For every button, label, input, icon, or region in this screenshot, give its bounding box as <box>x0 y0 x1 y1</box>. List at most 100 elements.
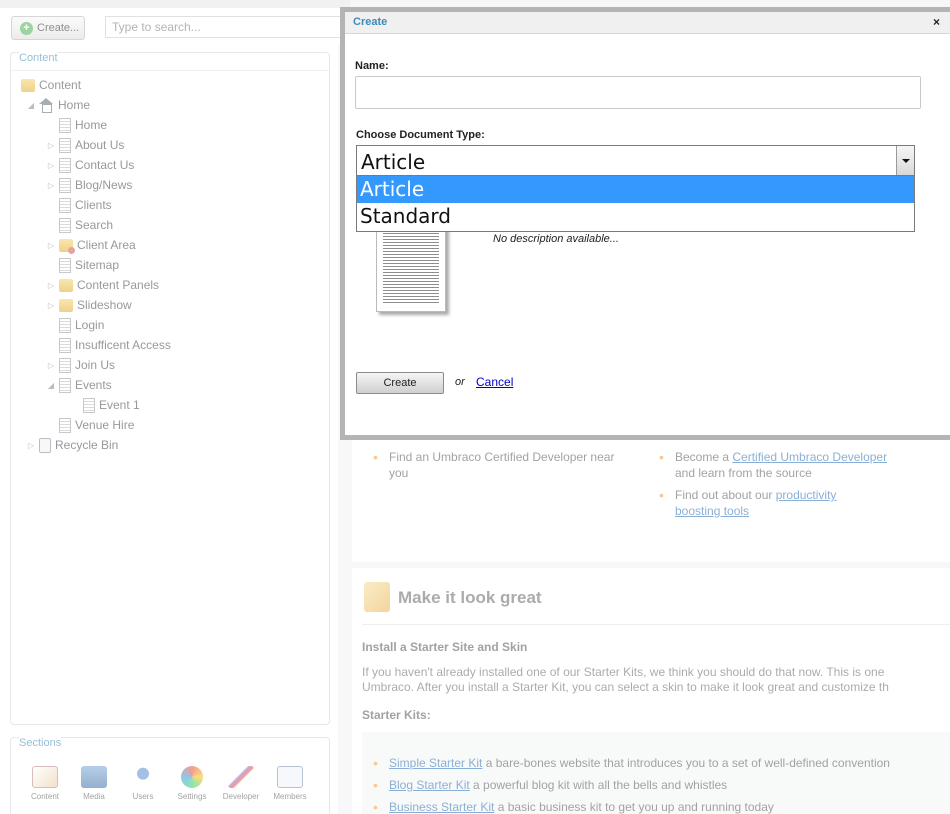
tree-node-label: About Us <box>75 138 125 152</box>
tree-node-insufficent-access[interactable]: Insufficent Access <box>59 336 171 354</box>
section-label: Users <box>132 792 154 801</box>
option-standard[interactable]: Standard <box>357 203 914 230</box>
tree-node-label: Recycle Bin <box>55 438 119 452</box>
tree-node-label: Search <box>75 218 114 232</box>
document-type-preview <box>370 224 446 316</box>
tree-node-label: Venue Hire <box>75 418 135 432</box>
document-icon <box>59 377 71 393</box>
collapsed-arrow-icon[interactable]: ▷ <box>27 441 35 450</box>
make-it-look-great-title: Make it look great <box>398 588 542 607</box>
house-icon <box>39 98 54 113</box>
tree-node-clients[interactable]: Clients <box>59 196 112 214</box>
certified-developer-link[interactable]: Certified Umbraco Developer <box>732 450 887 464</box>
sections-panel: Sections Content Media Users Settings De… <box>10 737 330 814</box>
install-starter-text: If you haven't already installed one of … <box>362 665 950 695</box>
document-type-select[interactable]: Article <box>356 145 915 176</box>
section-media[interactable]: Media <box>72 766 116 801</box>
kit-description: a basic business kit to get you up and r… <box>494 800 774 814</box>
sections-panel-title: Sections <box>19 737 62 749</box>
tree-node-slideshow[interactable]: ▷ Slideshow <box>47 296 132 314</box>
dialog-title: Create <box>353 16 388 28</box>
simple-starter-kit-link[interactable]: Simple Starter Kit <box>389 756 482 770</box>
cancel-link[interactable]: Cancel <box>476 375 513 389</box>
collapsed-arrow-icon[interactable]: ▷ <box>47 141 55 150</box>
locked-folder-icon <box>59 238 75 254</box>
section-label: Settings <box>177 792 207 801</box>
section-content[interactable]: Content <box>23 766 67 801</box>
business-starter-kit-link[interactable]: Business Starter Kit <box>389 800 494 814</box>
collapsed-arrow-icon[interactable]: ▷ <box>47 361 55 370</box>
tree-node-about-us[interactable]: ▷ About Us <box>47 136 124 154</box>
plus-icon: + <box>20 21 33 35</box>
document-icon <box>59 417 71 433</box>
content-section-icon <box>32 766 58 788</box>
or-text: or <box>455 376 465 388</box>
tree-node-sitemap[interactable]: Sitemap <box>59 256 119 274</box>
tree-node-label: Sitemap <box>75 258 120 272</box>
blog-starter-kit-link[interactable]: Blog Starter Kit <box>389 778 470 792</box>
tree-node-label: Home <box>58 98 91 112</box>
paint-bucket-icon <box>364 582 390 612</box>
document-icon <box>59 117 71 133</box>
expanded-arrow-icon[interactable]: ◢ <box>27 101 35 110</box>
collapsed-arrow-icon[interactable]: ▷ <box>47 181 55 190</box>
section-label: Content <box>30 792 60 801</box>
collapsed-arrow-icon[interactable]: ▷ <box>47 301 55 310</box>
create-button[interactable]: Create <box>356 372 444 394</box>
tree-node-label: Insufficent Access <box>75 338 171 352</box>
option-article[interactable]: Article <box>357 176 914 203</box>
kit-business: Business Starter Kit a basic business ki… <box>373 799 774 814</box>
dialog-titlebar[interactable]: Create × <box>345 12 950 34</box>
tree-node-content[interactable]: Content <box>21 76 81 94</box>
document-icon <box>59 337 71 353</box>
create-toolbar-button[interactable]: + Create... <box>11 16 85 40</box>
collapsed-arrow-icon[interactable]: ▷ <box>47 241 55 250</box>
expanded-arrow-icon[interactable]: ◢ <box>47 381 55 390</box>
tree-node-label: Content Panels <box>77 278 160 292</box>
search-input[interactable] <box>105 16 345 38</box>
tree-node-label: Client Area <box>77 238 136 252</box>
section-members[interactable]: Members <box>268 766 312 801</box>
tree-node-join-us[interactable]: ▷ Join Us <box>47 356 115 374</box>
tree-node-label: Join Us <box>75 358 116 372</box>
tree-node-home-root[interactable]: ◢ Home <box>27 96 90 114</box>
tree-node-events[interactable]: ◢ Events <box>47 376 112 394</box>
tree-node-label: Contact Us <box>75 158 135 172</box>
tree-node-event-1[interactable]: Event 1 <box>83 396 140 414</box>
document-icon <box>59 217 71 233</box>
section-label: Developer <box>222 792 260 801</box>
document-type-label: Choose Document Type: <box>356 129 485 141</box>
bullet-text: Find out about our <box>675 488 776 502</box>
tree-node-search[interactable]: Search <box>59 216 113 234</box>
chevron-down-icon[interactable] <box>896 146 914 175</box>
settings-section-icon <box>181 766 203 788</box>
tree-node-venue-hire[interactable]: Venue Hire <box>59 416 134 434</box>
name-label: Name: <box>355 60 389 72</box>
section-developer[interactable]: Developer <box>219 766 263 801</box>
folder-icon <box>59 278 73 292</box>
document-icon <box>59 177 71 193</box>
section-users[interactable]: Users <box>121 766 165 801</box>
media-section-icon <box>81 766 107 788</box>
close-icon[interactable]: × <box>933 15 940 29</box>
bullet-find-developer: Find an Umbraco Certified Developer near… <box>373 449 619 481</box>
tree-node-contact-us[interactable]: ▷ Contact Us <box>47 156 134 174</box>
section-settings[interactable]: Settings <box>170 766 214 801</box>
content-panel-title: Content <box>19 52 58 64</box>
document-icon <box>83 397 95 413</box>
tree-node-recycle-bin[interactable]: ▷ Recycle Bin <box>27 436 118 454</box>
section-label: Members <box>273 792 307 801</box>
tree-node-home[interactable]: Home <box>59 116 107 134</box>
tree-node-content-panels[interactable]: ▷ Content Panels <box>47 276 159 294</box>
collapsed-arrow-icon[interactable]: ▷ <box>47 161 55 170</box>
tree-node-client-area[interactable]: ▷ Client Area <box>47 236 136 254</box>
tree-node-label: Clients <box>75 198 112 212</box>
tree-node-label: Home <box>75 118 108 132</box>
folder-icon <box>21 78 35 92</box>
collapsed-arrow-icon[interactable]: ▷ <box>47 281 55 290</box>
name-input[interactable] <box>355 76 921 109</box>
tree-node-blog-news[interactable]: ▷ Blog/News <box>47 176 132 194</box>
tree-node-login[interactable]: Login <box>59 316 104 334</box>
document-icon <box>59 157 71 173</box>
folder-icon <box>59 298 73 312</box>
